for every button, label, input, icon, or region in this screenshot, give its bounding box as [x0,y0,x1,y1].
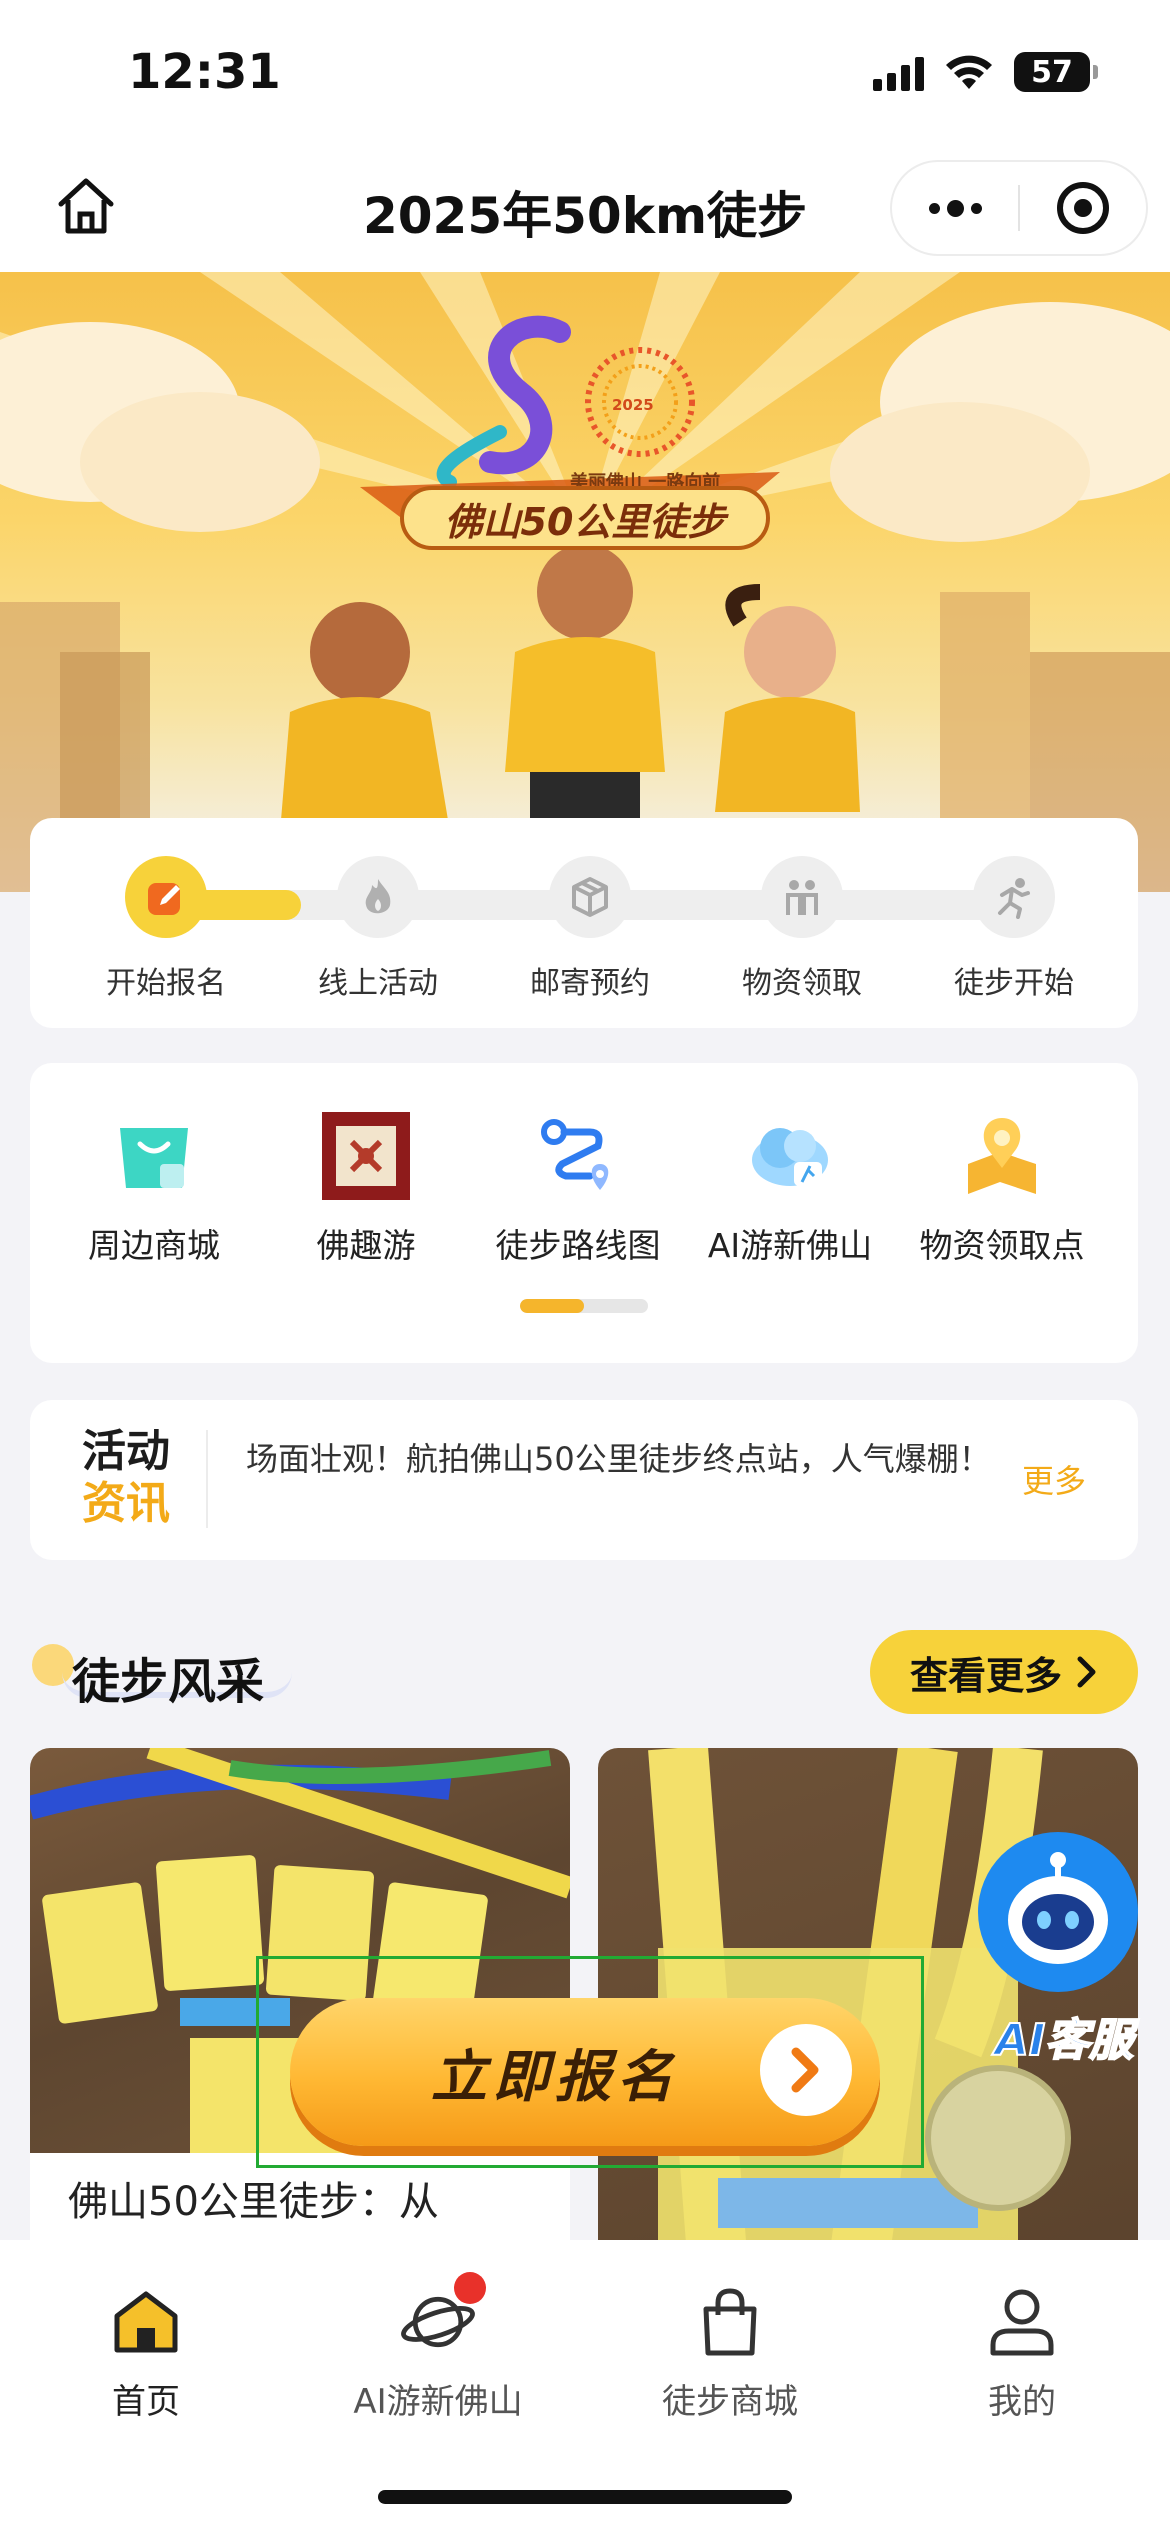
package-icon [572,877,608,917]
tab-hiking-mall[interactable]: 徒步商城 [584,2284,876,2423]
ai-customer-service-label: AI客服 [994,2014,1134,2067]
step-online-activity[interactable]: 线上活动 [272,856,484,1002]
bottom-tab-bar: 首页 AI游新佛山 徒步商城 我的 [0,2240,1170,2532]
shortcut-hiking-route-map[interactable]: 徒步路线图 [472,1111,684,1267]
news-more-link[interactable]: 更多 [1022,1456,1086,1502]
shortcut-label: 徒步路线图 [495,1226,661,1265]
shopping-bag-icon [109,1111,199,1201]
user-icon [984,2284,1060,2360]
shortcuts-card: 周边商城 佛趣游 徒步路线图 AI游新佛山 物资领取点 [30,1063,1138,1363]
shortcut-label: 物资领取点 [919,1226,1085,1265]
shortcut-foquyou[interactable]: 佛趣游 [260,1111,472,1267]
status-time: 12:31 [128,44,281,100]
step-circle [125,856,207,938]
news-headline[interactable]: 场面壮观！航拍佛山50公里徒步终点站，人气爆棚！ [246,1436,1006,1482]
see-more-button[interactable]: 查看更多 [870,1630,1138,1714]
news-tag: 活动 资讯 [82,1426,182,1530]
target-icon [1057,182,1109,234]
flame-icon [365,879,391,914]
hero-banner[interactable]: 2025 美丽佛山 一路向前 佛山50公里徒步 [0,272,1170,892]
status-icons: 57 [873,52,1098,92]
tab-label: 徒步商城 [662,2382,798,2422]
tab-label: 首页 [112,2382,180,2422]
step-start-registration[interactable]: 开始报名 [60,856,272,1002]
tab-label: AI游新佛山 [353,2382,523,2422]
ai-cloud-icon [745,1111,835,1201]
shortcut-label: AI游新佛山 [707,1226,873,1265]
shortcut-supplies-pickup-point[interactable]: 物资领取点 [896,1111,1108,1267]
step-hike-start[interactable]: 徒步开始 [908,856,1120,1002]
news-divider [206,1430,208,1528]
activity-news-card[interactable]: 活动 资讯 场面壮观！航拍佛山50公里徒步终点站，人气爆棚！ 更多 [30,1400,1138,1560]
wifi-icon [946,55,992,89]
notification-badge [454,2272,486,2304]
step-circle [549,856,631,938]
step-supplies-pickup[interactable]: 物资领取 [696,856,908,1002]
registration-steps-card: 开始报名 线上活动 邮寄预约 物资领取 徒步开始 [30,818,1138,1028]
robot-icon [978,1832,1138,1992]
mini-program-capsule [890,160,1148,256]
pencil-icon [148,883,180,915]
step-circle [761,856,843,938]
arrow-right-icon [760,2024,852,2116]
step-mail-reservation[interactable]: 邮寄预约 [484,856,696,1002]
runner-icon [998,878,1030,919]
shortcut-label: 佛趣游 [316,1226,416,1265]
shopping-bag-icon [692,2284,768,2360]
register-now-label: 立即报名 [431,2044,679,2110]
foquyou-logo-icon [321,1111,411,1201]
shortcut-label: 周边商城 [88,1226,220,1265]
see-more-label: 查看更多 [909,1653,1062,1698]
banner-illustration [0,272,1170,892]
nav-bar: 2025年50km徒步 [0,150,1170,272]
chevron-right-icon [1077,1656,1096,1688]
register-now-button[interactable]: 立即报名 [290,1998,880,2146]
tab-ai-new-foshan[interactable]: AI游新佛山 [292,2272,584,2423]
step-label: 徒步开始 [954,966,1074,1001]
home-icon [108,2284,184,2360]
ai-customer-service-button[interactable]: AI客服 [974,1832,1154,2072]
planet-icon [400,2272,486,2360]
tab-home[interactable]: 首页 [0,2284,292,2423]
tab-label: 我的 [988,2382,1056,2422]
shortcut-nearby-mall[interactable]: 周边商城 [48,1111,260,1267]
step-label: 物资领取 [742,966,862,1001]
close-mini-program-button[interactable] [1020,162,1146,254]
route-icon [533,1111,623,1201]
people-icon [786,880,818,915]
step-circle [337,856,419,938]
step-circle [973,856,1055,938]
shortcut-ai-new-foshan[interactable]: AI游新佛山 [684,1111,896,1267]
home-indicator [378,2490,792,2504]
more-button[interactable] [892,162,1018,254]
tab-profile[interactable]: 我的 [876,2284,1168,2423]
shortcuts-page-indicator [520,1299,648,1313]
battery-icon: 57 [1014,52,1098,92]
banner-title: 佛山50公里徒步 [400,486,770,550]
step-label: 开始报名 [106,966,226,1001]
news-tag-line1: 活动 [82,1426,170,1477]
gallery-caption: 佛山50公里徒步：从 [68,2179,439,2225]
step-label: 邮寄预约 [530,966,650,1001]
more-dots-icon [928,199,982,217]
map-pin-icon [957,1111,1047,1201]
status-bar: 12:31 57 [0,0,1170,150]
cellular-signal-icon [873,53,924,91]
section-title: 徒步风采 [72,1654,265,1710]
step-label: 线上活动 [318,966,438,1001]
news-tag-line2: 资讯 [82,1478,170,1529]
banner-year: 2025 [612,396,654,414]
